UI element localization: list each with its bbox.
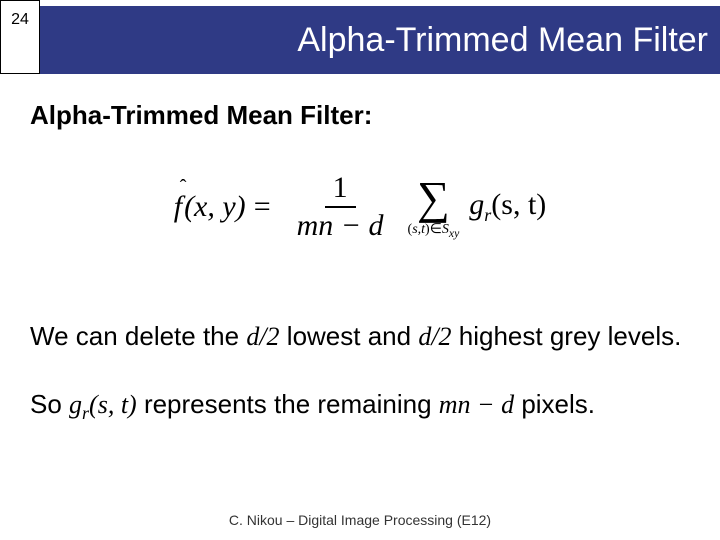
fraction: 1 mn − d [289, 170, 392, 244]
gr-g: g [69, 390, 82, 419]
slide-subtitle: Alpha-Trimmed Mean Filter: [30, 100, 372, 131]
fraction-denominator: mn − d [289, 208, 392, 244]
body-line-2: So gr(s, t) represents the remaining mn … [30, 388, 690, 425]
sigma-symbol: ∑ [417, 175, 450, 221]
sub-xy: xy [449, 227, 459, 240]
summation-subscript: (s,t)∈Sxy [408, 223, 460, 239]
d-over-2-a: d/2 [246, 322, 279, 351]
fraction-numerator: 1 [325, 170, 356, 208]
mn-minus-d: mn − d [439, 390, 514, 419]
summation: ∑ (s,t)∈Sxy [408, 175, 460, 239]
equals-sign: = [254, 190, 271, 224]
header-bar: 24 Alpha-Trimmed Mean Filter [0, 6, 720, 74]
g-symbol: g [469, 188, 484, 221]
gr-symbol: gr(s, t) [69, 390, 137, 419]
footer: C. Nikou – Digital Image Processing (E12… [0, 512, 720, 528]
gr-sub: r [82, 403, 89, 423]
text-2b: represents the remaining [137, 389, 439, 419]
hat-accent: ˆ [180, 176, 187, 199]
formula-lhs: ˆ f [174, 190, 182, 224]
text-2a: So [30, 389, 69, 419]
d-over-2-b: d/2 [418, 322, 451, 351]
gr-args: (s, t) [89, 390, 137, 419]
body-line-1: We can delete the d/2 lowest and d/2 hig… [30, 320, 690, 354]
page-number: 24 [11, 11, 29, 29]
sub-S: S [442, 222, 449, 237]
page-number-box: 24 [0, 0, 40, 74]
sub-close-in: )∈ [425, 222, 442, 237]
text-2c: pixels. [514, 389, 595, 419]
slide: 24 Alpha-Trimmed Mean Filter Alpha-Trimm… [0, 0, 720, 540]
g-args: (s, t) [491, 188, 546, 221]
text-1a: We can delete the [30, 321, 246, 351]
slide-title: Alpha-Trimmed Mean Filter [60, 6, 714, 74]
text-1b: lowest and [280, 321, 419, 351]
summand: gr(s, t) [469, 188, 546, 226]
formula: ˆ f (x, y) = 1 mn − d ∑ (s,t)∈Sxy gr(s, … [0, 170, 720, 244]
text-1c: highest grey levels. [452, 321, 682, 351]
formula-args: (x, y) [184, 190, 246, 224]
